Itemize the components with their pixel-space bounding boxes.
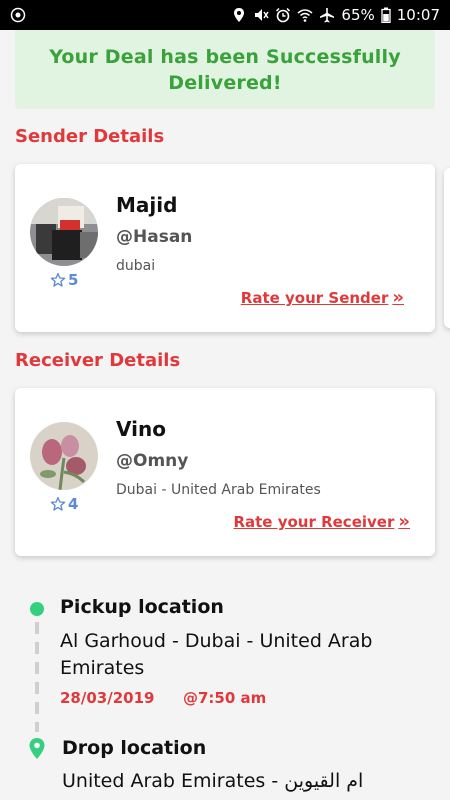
pickup-address: Al Garhoud - Dubai - United Arab Emirate… — [60, 630, 373, 679]
battery-percent: 65% — [341, 6, 375, 24]
next-card-peek[interactable] — [444, 168, 450, 328]
receiver-handle: @Omny — [116, 451, 189, 471]
double-chevron-right-icon: » — [398, 511, 410, 532]
receiver-rating-value: 4 — [68, 495, 79, 513]
sender-name: Majid — [116, 193, 178, 217]
rate-receiver-label: Rate your Receiver — [233, 513, 395, 531]
alarm-icon — [276, 7, 291, 23]
app-notification-icon — [10, 7, 26, 23]
rate-sender-link[interactable]: Rate your Sender » — [240, 287, 404, 308]
route-dashed-line — [35, 622, 39, 732]
pickup-date: 28/03/2019 — [60, 689, 155, 707]
receiver-location: Dubai - United Arab Emirates — [116, 482, 321, 498]
drop-location-pin-icon — [29, 738, 45, 759]
battery-icon — [381, 7, 391, 23]
airplane-icon — [320, 8, 335, 23]
sender-handle: @Hasan — [116, 227, 193, 247]
status-bar: 65% 10:07 — [0, 0, 450, 30]
rate-receiver-link[interactable]: Rate your Receiver » — [233, 511, 410, 532]
sender-location: dubai — [116, 258, 156, 274]
double-chevron-right-icon: » — [392, 287, 404, 308]
sender-section-title: Sender Details — [15, 126, 165, 147]
receiver-name: Vino — [116, 417, 166, 441]
receiver-avatar — [30, 422, 98, 490]
star-outline-icon — [50, 273, 66, 287]
banner-line-2: Delivered! — [168, 71, 282, 94]
mute-icon — [255, 9, 270, 21]
receiver-rating: 4 — [50, 495, 78, 513]
pickup-dot-icon — [30, 602, 44, 616]
rate-sender-label: Rate your Sender — [240, 289, 389, 307]
drop-address: United Arab Emirates - ام القيوين — [62, 770, 364, 792]
pickup-title: Pickup location — [60, 596, 224, 618]
delivery-success-banner: Your Deal has been Successfully Delivere… — [15, 30, 435, 109]
drop-title: Drop location — [62, 737, 207, 759]
sender-rating: 5 — [50, 271, 78, 289]
wifi-icon — [297, 9, 313, 22]
sender-rating-value: 5 — [68, 271, 79, 289]
banner-line-1: Your Deal has been Successfully — [49, 45, 401, 68]
sender-avatar — [30, 198, 98, 266]
pickup-time: @7:50 am — [183, 689, 267, 707]
star-outline-icon — [50, 497, 66, 511]
clock: 10:07 — [396, 6, 440, 24]
banner-message: Your Deal has been Successfully Delivere… — [49, 44, 401, 96]
location-icon — [234, 8, 245, 22]
receiver-section-title: Receiver Details — [15, 350, 181, 371]
